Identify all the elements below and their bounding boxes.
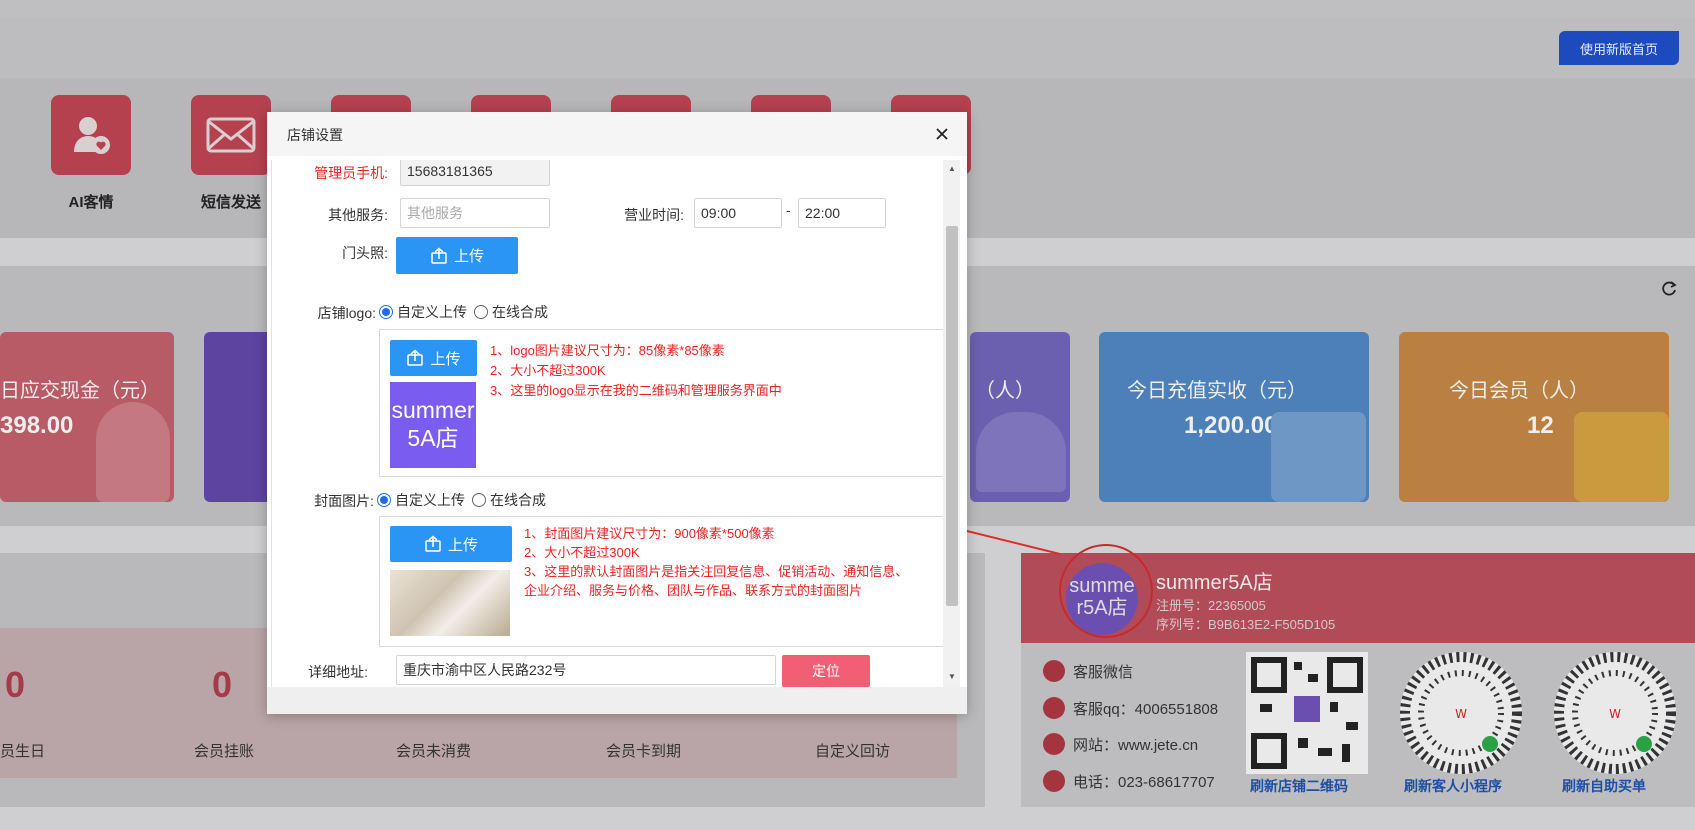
storefront-label: 门头照: — [342, 245, 388, 261]
close-icon[interactable] — [931, 123, 953, 145]
admin-phone-field[interactable]: 15683181365 — [400, 160, 550, 186]
cover-option-custom[interactable]: 自定义上传 — [377, 490, 465, 510]
storefront-upload-button[interactable]: 上传 — [396, 237, 518, 274]
radio-label: 自定义上传 — [395, 492, 465, 508]
locate-button[interactable]: 定位 — [782, 655, 870, 687]
upload-label: 上传 — [453, 248, 484, 265]
scroll-up-icon[interactable]: ▲ — [946, 164, 958, 176]
cover-preview-image — [390, 570, 510, 636]
note-line: 2、大小不超过300K — [490, 363, 606, 378]
note-line: 2、大小不超过300K — [524, 545, 640, 560]
address-label: 详细地址: — [308, 664, 368, 680]
radio-label: 在线合成 — [492, 304, 548, 320]
logo-preview: summer5A店 — [390, 382, 476, 468]
logo-option-online[interactable]: 在线合成 — [474, 302, 548, 322]
dialog-footer — [267, 687, 967, 714]
admin-phone-label: 管理员手机: — [314, 165, 388, 181]
note-line: 1、封面图片建议尺寸为：900像素*500像素 — [524, 526, 775, 541]
dialog-body: 管理员手机: 15683181365 其他服务: 其他服务 营业时间: 09:0… — [271, 160, 954, 687]
logo-notes: 1、logo图片建议尺寸为：85像素*85像素 2、大小不超过300K 3、这里… — [490, 341, 930, 401]
upload-label: 上传 — [430, 350, 461, 368]
other-service-field[interactable]: 其他服务 — [400, 198, 550, 228]
hours-start-field[interactable]: 09:00 — [694, 198, 782, 228]
logo-option-custom[interactable]: 自定义上传 — [379, 302, 467, 322]
upload-icon — [425, 535, 441, 552]
shop-settings-dialog: 店铺设置 管理员手机: 15683181365 其他服务: 其他服务 营业时间:… — [267, 112, 967, 714]
radio-unchecked[interactable] — [474, 305, 488, 319]
radio-checked[interactable] — [377, 493, 391, 507]
note-line: 3、这里的默认封面图片是指关注回复信息、促销活动、通知信息、企业介绍、服务与价格… — [524, 564, 909, 598]
logo-label: 店铺logo: — [317, 305, 376, 321]
hours-end-field[interactable]: 22:00 — [798, 198, 886, 228]
cover-notes: 1、封面图片建议尺寸为：900像素*500像素 2、大小不超过300K 3、这里… — [524, 524, 914, 600]
note-line: 1、logo图片建议尺寸为：85像素*85像素 — [490, 343, 725, 358]
scroll-down-icon[interactable]: ▼ — [946, 672, 958, 684]
upload-icon — [431, 247, 447, 264]
upload-label: 上传 — [447, 536, 478, 554]
dialog-title: 店铺设置 — [287, 127, 343, 143]
cover-option-online[interactable]: 在线合成 — [472, 490, 546, 510]
scrollbar-thumb[interactable] — [946, 226, 958, 606]
radio-unchecked[interactable] — [472, 493, 486, 507]
cover-upload-button[interactable]: 上传 — [390, 526, 512, 562]
business-hours-label: 营业时间: — [624, 207, 684, 223]
radio-checked[interactable] — [379, 305, 393, 319]
logo-upload-button[interactable]: 上传 — [390, 340, 477, 376]
dialog-header — [267, 112, 967, 156]
other-service-label: 其他服务: — [328, 207, 388, 223]
cover-label: 封面图片: — [314, 493, 374, 509]
address-field[interactable]: 重庆市渝中区人民路232号 — [396, 655, 776, 685]
radio-label: 在线合成 — [490, 492, 546, 508]
note-line: 3、这里的logo显示在我的二维码和管理服务界面中 — [490, 383, 782, 398]
hours-separator: - — [786, 202, 791, 218]
upload-icon — [407, 349, 424, 366]
radio-label: 自定义上传 — [397, 304, 467, 320]
